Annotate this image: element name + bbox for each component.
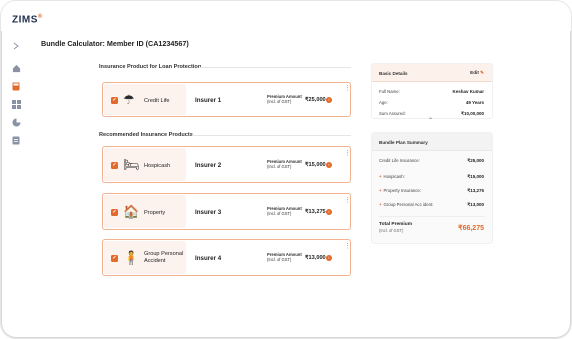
more-options-icon[interactable]: ⋮ xyxy=(344,85,351,92)
insurer-name: Insurer 3 xyxy=(195,209,222,216)
premium-amount: ₹15,000 xyxy=(305,162,326,168)
side-rail xyxy=(9,33,23,313)
chevron-down-icon[interactable]: ⌄ xyxy=(428,114,433,121)
summary-row-label: + Hospicash: xyxy=(379,174,405,179)
premium-label: Premium Amount (Incl. of GST) xyxy=(267,94,302,104)
premium-label: Premium Amount (Incl. of GST) xyxy=(267,252,302,262)
panel-title: Bundle Plan Summary xyxy=(379,140,428,145)
info-icon[interactable]: i xyxy=(326,255,332,261)
crutches-person-icon: 🧍 xyxy=(123,250,140,265)
sum-assured-value: ₹10,00,000 xyxy=(461,111,484,116)
product-name: Credit Life xyxy=(144,98,170,104)
section-divider xyxy=(200,67,351,68)
total-premium-value: ₹66,275 xyxy=(458,225,484,232)
premium-amount: ₹13,000 xyxy=(305,255,326,261)
checkbox-group-personal-accident[interactable]: ✓ xyxy=(111,255,118,262)
premium-amount: ₹25,000 xyxy=(305,97,326,103)
checkbox-property[interactable]: ✓ xyxy=(111,209,118,216)
section-title-loan: Insurance Product for Loan Protection xyxy=(99,64,202,70)
summary-divider xyxy=(379,216,485,217)
section-divider xyxy=(192,135,351,136)
product-card-credit-life[interactable]: ✓ ☂ Credit Life Insurer 1 Premium Amount… xyxy=(102,82,351,117)
checkbox-credit-life[interactable]: ✓ xyxy=(111,97,118,104)
document-icon[interactable] xyxy=(11,135,21,145)
product-name: Group Personal Accident xyxy=(144,251,184,264)
total-premium-label: Total Premium (Incl. of GST) xyxy=(379,222,412,233)
house-shield-icon: 🏠 xyxy=(123,204,140,219)
top-bar: ZIMS® xyxy=(1,1,571,31)
summary-row-value: ₹25,000 xyxy=(467,158,484,163)
more-options-icon[interactable]: ⋮ xyxy=(344,197,351,204)
summary-row-label: Credit Life Insurance: xyxy=(379,158,420,163)
section-title-recommended: Recommended Insurance Products xyxy=(99,132,193,138)
app-window: ZIMS® Bundle Calculator: Member ID (CA12… xyxy=(0,0,572,339)
age-value: 49 Years xyxy=(465,100,484,105)
insurer-name: Insurer 2 xyxy=(195,162,222,169)
edit-button[interactable]: Edit ✎ xyxy=(470,70,484,76)
summary-row-label: + Property Insurance: xyxy=(379,188,422,193)
page-title: Bundle Calculator: Member ID (CA1234567) xyxy=(41,39,189,48)
premium-label: Premium Amount (Incl. of GST) xyxy=(267,159,302,169)
summary-row-label: + Group Personal Acc ident: xyxy=(379,202,434,207)
insurer-name: Insurer 4 xyxy=(195,255,222,262)
insurer-name: Insurer 1 xyxy=(195,97,222,104)
hospital-bed-icon: 🛏 xyxy=(123,157,140,172)
info-icon[interactable]: i xyxy=(326,97,332,103)
summary-row-value: ₹15,000 xyxy=(467,174,484,179)
checkbox-hospicash[interactable]: ✓ xyxy=(111,162,118,169)
summary-row-value: ₹13,275 xyxy=(467,188,484,193)
age-label: Age: xyxy=(379,100,388,105)
chevron-right-icon[interactable] xyxy=(11,41,21,51)
panel-title: Basic Details xyxy=(379,71,408,76)
chart-pie-icon[interactable] xyxy=(11,117,21,127)
dashboard-icon[interactable] xyxy=(11,99,21,109)
premium-amount: ₹13,275 xyxy=(305,209,326,215)
bundle-summary-panel: Bundle Plan Summary Credit Life Insuranc… xyxy=(371,132,493,244)
more-options-icon[interactable]: ⋮ xyxy=(344,243,351,250)
product-card-group-personal-accident[interactable]: ✓ 🧍 Group Personal Accident Insurer 4 Pre… xyxy=(102,239,351,276)
full-name-value: Keshav Kumar xyxy=(452,89,484,94)
product-card-hospicash[interactable]: ✓ 🛏 Hospicash Insurer 2 Premium Amount (I… xyxy=(102,146,351,183)
sum-assured-label: Sum Assured: xyxy=(379,111,406,116)
umbrella-family-icon: ☂ xyxy=(123,92,135,107)
basic-details-panel: Basic Details Edit ✎ Full Name: Keshav K… xyxy=(371,63,493,119)
home-icon[interactable] xyxy=(11,63,21,73)
info-icon[interactable]: i xyxy=(326,162,332,168)
product-name: Hospicash xyxy=(144,163,171,169)
info-icon[interactable]: i xyxy=(326,209,332,215)
pencil-icon: ✎ xyxy=(480,70,484,75)
product-card-property[interactable]: ✓ 🏠 Property Insurer 3 Premium Amount (In… xyxy=(102,193,351,230)
premium-label: Premium Amount (Incl. of GST) xyxy=(267,206,302,216)
full-name-label: Full Name: xyxy=(379,89,400,94)
product-name: Property xyxy=(144,210,166,216)
zims-logo[interactable]: ZIMS® xyxy=(12,14,43,25)
calculator-icon[interactable] xyxy=(11,81,21,91)
more-options-icon[interactable]: ⋮ xyxy=(344,150,351,157)
summary-row-value: ₹13,000 xyxy=(467,202,484,207)
